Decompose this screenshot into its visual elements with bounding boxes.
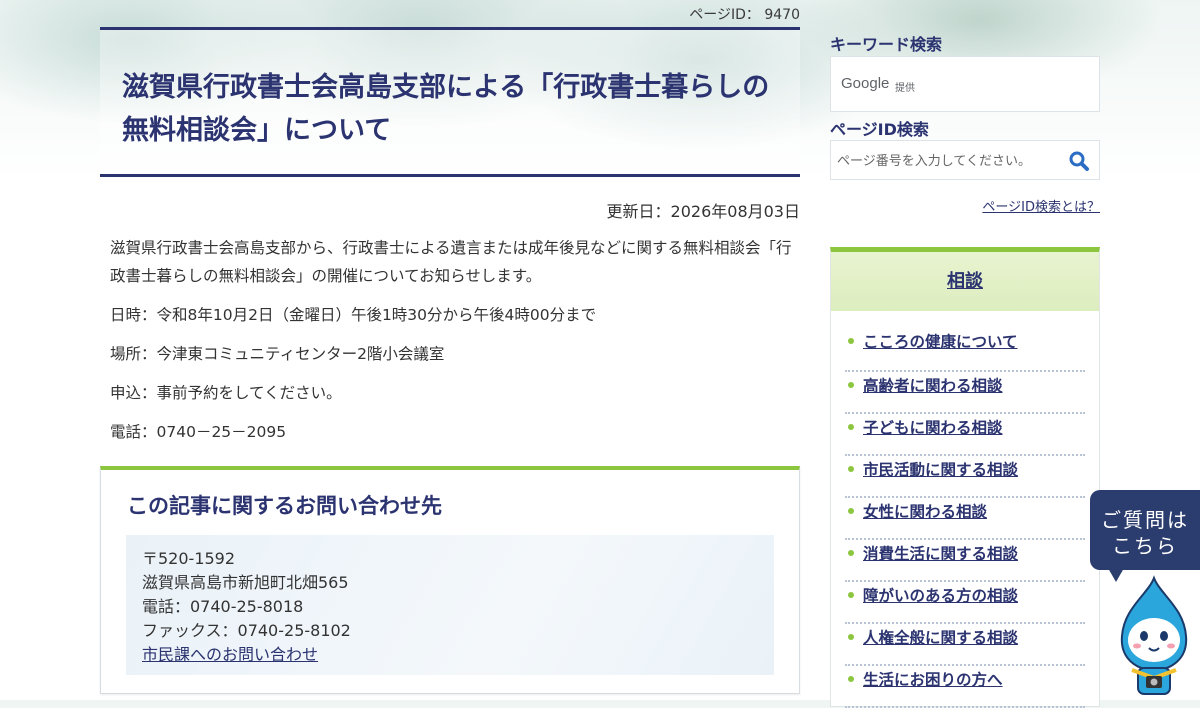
category-list: こころの健康について 高齢者に関わる相談 子どもに関わる相談 市民活動に関する相…	[845, 328, 1085, 708]
page-title: 滋賀県行政書士会高島支部による「行政書士暮らしの無料相談会」について	[122, 72, 770, 146]
article-place: 場所：今津東コミュニティセンター2階小会議室	[110, 345, 445, 363]
article-phone: 電話：0740－25－2095	[110, 423, 287, 441]
pageid-search-label: ページID検索	[830, 120, 929, 139]
page-id: ページID： 9470	[689, 4, 800, 24]
category-title[interactable]: 相談	[831, 252, 1099, 311]
bullet-icon	[848, 592, 854, 598]
article-paragraph: 滋賀県行政書士会高島支部から、行政書士による遺言または成年後見などに関する無料相…	[110, 239, 792, 285]
pageid-help-link[interactable]: ページID検索とは？	[982, 196, 1100, 215]
category-link[interactable]: 高齢者に関わる相談	[863, 374, 1003, 396]
bullet-icon	[848, 466, 854, 472]
article-datetime: 日時：令和8年10月2日（金曜日）午後1時30分から午後4時00分まで	[110, 306, 597, 324]
category-link[interactable]: 消費生活に関する相談	[863, 542, 1018, 564]
article-application: 申込：事前予約をしてください。	[110, 384, 342, 402]
contact-details: 〒520-1592 滋賀県高島市新旭町北畑565 電話：0740-25-8018…	[126, 535, 774, 675]
pageid-search-input[interactable]	[835, 147, 1059, 175]
chat-help-line1: ご質問は	[1101, 508, 1189, 532]
updated-date: 更新日：2026年08月03日	[606, 202, 800, 221]
google-logo: Google	[841, 75, 890, 92]
contact-address: 滋賀県高島市新旭町北畑565	[142, 573, 349, 592]
category-link[interactable]: 女性に関わる相談	[863, 500, 987, 522]
keyword-search-label: キーワード検索	[830, 35, 943, 54]
article-body: 滋賀県行政書士会高島支部から、行政書士による遺言または成年後見などに関する無料相…	[110, 234, 795, 457]
bullet-icon	[848, 424, 854, 430]
category-panel: 相談 こころの健康について 高齢者に関わる相談 子どもに関わる相談 市民活動に関…	[830, 247, 1100, 708]
page-id-value: 9470	[764, 7, 800, 23]
list-item: 高齢者に関わる相談	[845, 372, 1085, 414]
list-item: 障がいのある方の相談	[845, 582, 1085, 624]
bullet-icon	[848, 676, 854, 682]
category-link[interactable]: 障がいのある方の相談	[863, 584, 1018, 606]
search-button[interactable]	[1067, 149, 1091, 173]
list-item: こころの健康について	[845, 328, 1085, 372]
contact-phone: 電話：0740-25-8018	[142, 597, 304, 616]
category-link[interactable]: 人権全般に関する相談	[863, 626, 1018, 648]
page-id-label: ページID：	[689, 7, 760, 23]
google-provided-label: 提供	[895, 83, 915, 94]
chat-help-line2: こちら	[1112, 534, 1178, 558]
chat-help-button[interactable]: ご質問は こちら	[1090, 490, 1200, 582]
bullet-icon	[848, 508, 854, 514]
mascot-icon[interactable]	[1108, 574, 1200, 700]
bullet-icon	[848, 634, 854, 640]
search-icon	[1069, 151, 1089, 171]
bullet-icon	[848, 550, 854, 556]
pageid-search-box	[830, 140, 1100, 180]
list-item: 子どもに関わる相談	[845, 414, 1085, 456]
title-box: 滋賀県行政書士会高島支部による「行政書士暮らしの無料相談会」について	[100, 27, 800, 177]
list-item: 生活にお困りの方へ	[845, 666, 1085, 708]
category-link[interactable]: 市民活動に関する相談	[863, 458, 1018, 480]
contact-inquiry-link[interactable]: 市民課へのお問い合わせ	[142, 641, 318, 665]
list-item: 人権全般に関する相談	[845, 624, 1085, 666]
bullet-icon	[848, 338, 854, 344]
bullet-icon	[848, 382, 854, 388]
list-item: 消費生活に関する相談	[845, 540, 1085, 582]
contact-fax: ファックス：0740-25-8102	[142, 621, 351, 640]
category-link[interactable]: 生活にお困りの方へ	[863, 668, 1003, 690]
contact-box: この記事に関するお問い合わせ先 〒520-1592 滋賀県高島市新旭町北畑565…	[100, 466, 800, 694]
contact-heading: この記事に関するお問い合わせ先	[127, 494, 442, 518]
contact-postal: 〒520-1592	[142, 549, 236, 568]
list-item: 女性に関わる相談	[845, 498, 1085, 540]
category-link[interactable]: こころの健康について	[863, 330, 1018, 352]
list-item: 市民活動に関する相談	[845, 456, 1085, 498]
category-link[interactable]: 子どもに関わる相談	[863, 416, 1003, 438]
keyword-search-box[interactable]: Google 提供	[830, 56, 1100, 112]
